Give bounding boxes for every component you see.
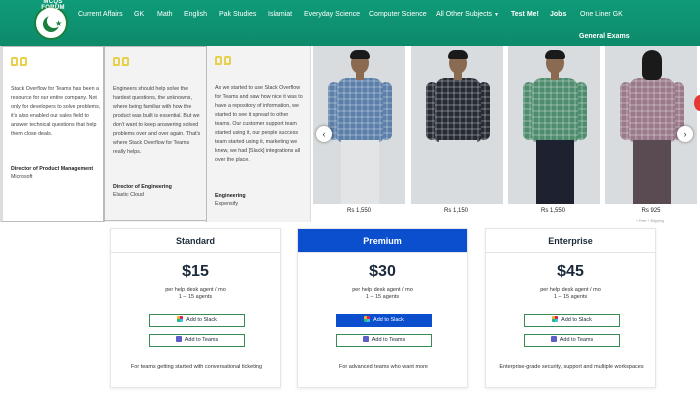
plan-billing: per help desk agent / mo bbox=[540, 287, 601, 293]
pricing-card-enterprise: Enterprise $45 per help desk agent / mo … bbox=[485, 228, 656, 388]
product-price: Rs 1,150 bbox=[443, 208, 468, 214]
plan-price: $15 bbox=[182, 263, 209, 280]
product-image[interactable] bbox=[508, 46, 600, 204]
product-price: Rs 1,550 bbox=[346, 208, 371, 214]
slack-icon bbox=[552, 316, 559, 322]
testimonial-role: Director of Product Management bbox=[11, 166, 94, 172]
plan-agents: 1 – 15 agents bbox=[365, 294, 400, 300]
teams-icon bbox=[362, 336, 369, 342]
product-image[interactable] bbox=[313, 46, 405, 204]
nav-all-other-subjects-label: All Other Subjects bbox=[436, 11, 493, 18]
add-to-teams-button[interactable]: Add to Teams bbox=[149, 334, 245, 347]
product-image[interactable] bbox=[411, 46, 503, 204]
testimonial-quote: As we started to use Stack Overflow for … bbox=[215, 85, 303, 163]
slack-icon bbox=[177, 316, 184, 322]
testimonial-quote: Stack Overflow for Teams has been a reso… bbox=[11, 86, 101, 137]
nav-pak-studies[interactable]: Pak Studies bbox=[219, 11, 256, 19]
teams-icon bbox=[175, 336, 182, 342]
plan-description: Enterprise-grade security, support and m… bbox=[499, 364, 644, 370]
nav-islamiat[interactable]: Islamiat bbox=[268, 11, 292, 19]
add-to-teams-button[interactable]: Add to Teams bbox=[336, 334, 432, 347]
product-price: Rs 925 bbox=[641, 208, 661, 214]
plan-price: $45 bbox=[557, 263, 584, 280]
add-to-slack-button[interactable]: Add to Slack bbox=[149, 314, 245, 327]
nav-gk[interactable]: GK bbox=[134, 11, 144, 19]
plan-agents: 1 – 15 agents bbox=[553, 294, 588, 300]
chevron-right-icon: › bbox=[683, 129, 687, 139]
testimonial-card: Stack Overflow for Teams has been a reso… bbox=[0, 46, 104, 222]
quote-icon bbox=[215, 56, 231, 70]
shipping-note: + Free + Shipping bbox=[636, 219, 664, 223]
testimonial-role: Engineering bbox=[215, 193, 246, 199]
testimonial-company: Expensify bbox=[215, 201, 238, 207]
plan-agents: 1 – 15 agents bbox=[178, 294, 213, 300]
site-logo[interactable]: MCQS FORUM ★ bbox=[34, 0, 68, 40]
add-to-slack-button[interactable]: Add to Slack bbox=[524, 314, 620, 327]
plan-billing: per help desk agent / mo bbox=[352, 287, 413, 293]
nav-general-exams[interactable]: General Exams bbox=[579, 33, 630, 40]
teams-icon bbox=[550, 336, 557, 342]
plan-name: Premium bbox=[298, 229, 467, 253]
floating-action-button[interactable] bbox=[694, 95, 700, 111]
quote-icon bbox=[11, 57, 27, 71]
carousel-next-button[interactable]: › bbox=[677, 126, 693, 142]
nav-all-other-subjects[interactable]: All Other Subjects ▼ bbox=[436, 11, 499, 19]
nav-current-affairs[interactable]: Current Affairs bbox=[78, 11, 123, 19]
add-to-slack-button[interactable]: Add to Slack bbox=[336, 314, 432, 327]
pricing-card-premium: Premium $30 per help desk agent / mo 1 –… bbox=[297, 228, 468, 388]
quote-icon bbox=[113, 57, 129, 71]
testimonial-quote: Engineers should help solve the hardest … bbox=[113, 86, 201, 155]
caret-down-icon: ▼ bbox=[494, 12, 499, 18]
plan-billing: per help desk agent / mo bbox=[165, 287, 226, 293]
testimonial-company: Microsoft bbox=[11, 174, 33, 180]
star-icon: ★ bbox=[55, 19, 63, 28]
nav-english[interactable]: English bbox=[184, 11, 207, 19]
nav-computer-science[interactable]: Computer Science bbox=[369, 11, 427, 19]
plan-price: $30 bbox=[369, 263, 396, 280]
nav-one-liner-gk[interactable]: One Liner GK bbox=[580, 11, 623, 19]
nav-math[interactable]: Math bbox=[157, 11, 173, 19]
nav-everyday-science[interactable]: Everyday Science bbox=[304, 11, 360, 19]
product-image[interactable] bbox=[605, 46, 697, 204]
slack-icon bbox=[364, 316, 371, 322]
nav-test-me[interactable]: Test Me! bbox=[511, 11, 539, 19]
nav-jobs[interactable]: Jobs bbox=[550, 11, 566, 19]
plan-description: For advanced teams who want more bbox=[339, 364, 428, 370]
logo-text: MCQS FORUM bbox=[41, 0, 65, 11]
page: MCQS FORUM ★ Current Affairs GK Math Eng… bbox=[0, 0, 700, 400]
carousel-prev-button[interactable]: ‹ bbox=[316, 126, 332, 142]
pricing-card-standard: Standard $15 per help desk agent / mo 1 … bbox=[110, 228, 281, 388]
add-to-teams-button[interactable]: Add to Teams bbox=[524, 334, 620, 347]
plan-name: Enterprise bbox=[486, 229, 655, 253]
chevron-left-icon: ‹ bbox=[322, 129, 326, 139]
product-price: Rs 1,550 bbox=[540, 208, 565, 214]
plan-description: For teams getting started with conversat… bbox=[130, 364, 263, 370]
testimonial-card: As we started to use Stack Overflow for … bbox=[207, 46, 311, 222]
plan-name: Standard bbox=[111, 229, 280, 253]
